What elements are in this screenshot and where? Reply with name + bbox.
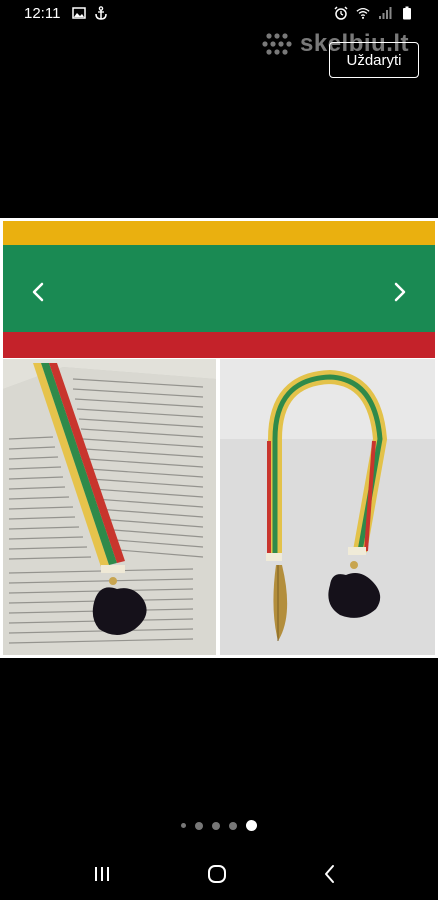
system-navigation-bar (0, 848, 438, 900)
recents-icon[interactable] (86, 858, 118, 890)
bookmark-on-open-book-photo (3, 359, 216, 655)
carousel-dot[interactable] (246, 820, 257, 831)
wifi-icon (356, 7, 370, 19)
alarm-icon (334, 6, 348, 20)
image-icon (72, 7, 86, 19)
battery-icon (403, 6, 411, 20)
status-time: 12:11 (24, 5, 61, 22)
skelbiu-logo-icon (262, 33, 292, 55)
flag-stripe-green (3, 245, 435, 332)
flag-stripe-yellow (3, 221, 435, 245)
signal-icon (379, 7, 392, 19)
carousel-dot[interactable] (195, 821, 203, 830)
lithuanian-flag-banner (3, 221, 435, 358)
image-panel (0, 218, 438, 658)
carousel-indicator (0, 820, 438, 831)
flag-stripe-red (3, 332, 435, 358)
back-icon[interactable] (314, 858, 346, 890)
carousel-dot[interactable] (212, 821, 220, 830)
carousel-dot[interactable] (181, 823, 186, 828)
status-bar: 12:11 (0, 0, 438, 28)
next-image-button[interactable] (385, 277, 415, 307)
carousel-dot[interactable] (229, 821, 237, 830)
home-icon[interactable] (201, 858, 233, 890)
bookmark-on-table-photo (220, 359, 435, 655)
anchor-icon (95, 6, 107, 20)
close-button[interactable]: Uždaryti (329, 42, 419, 78)
previous-image-button[interactable] (23, 277, 53, 307)
